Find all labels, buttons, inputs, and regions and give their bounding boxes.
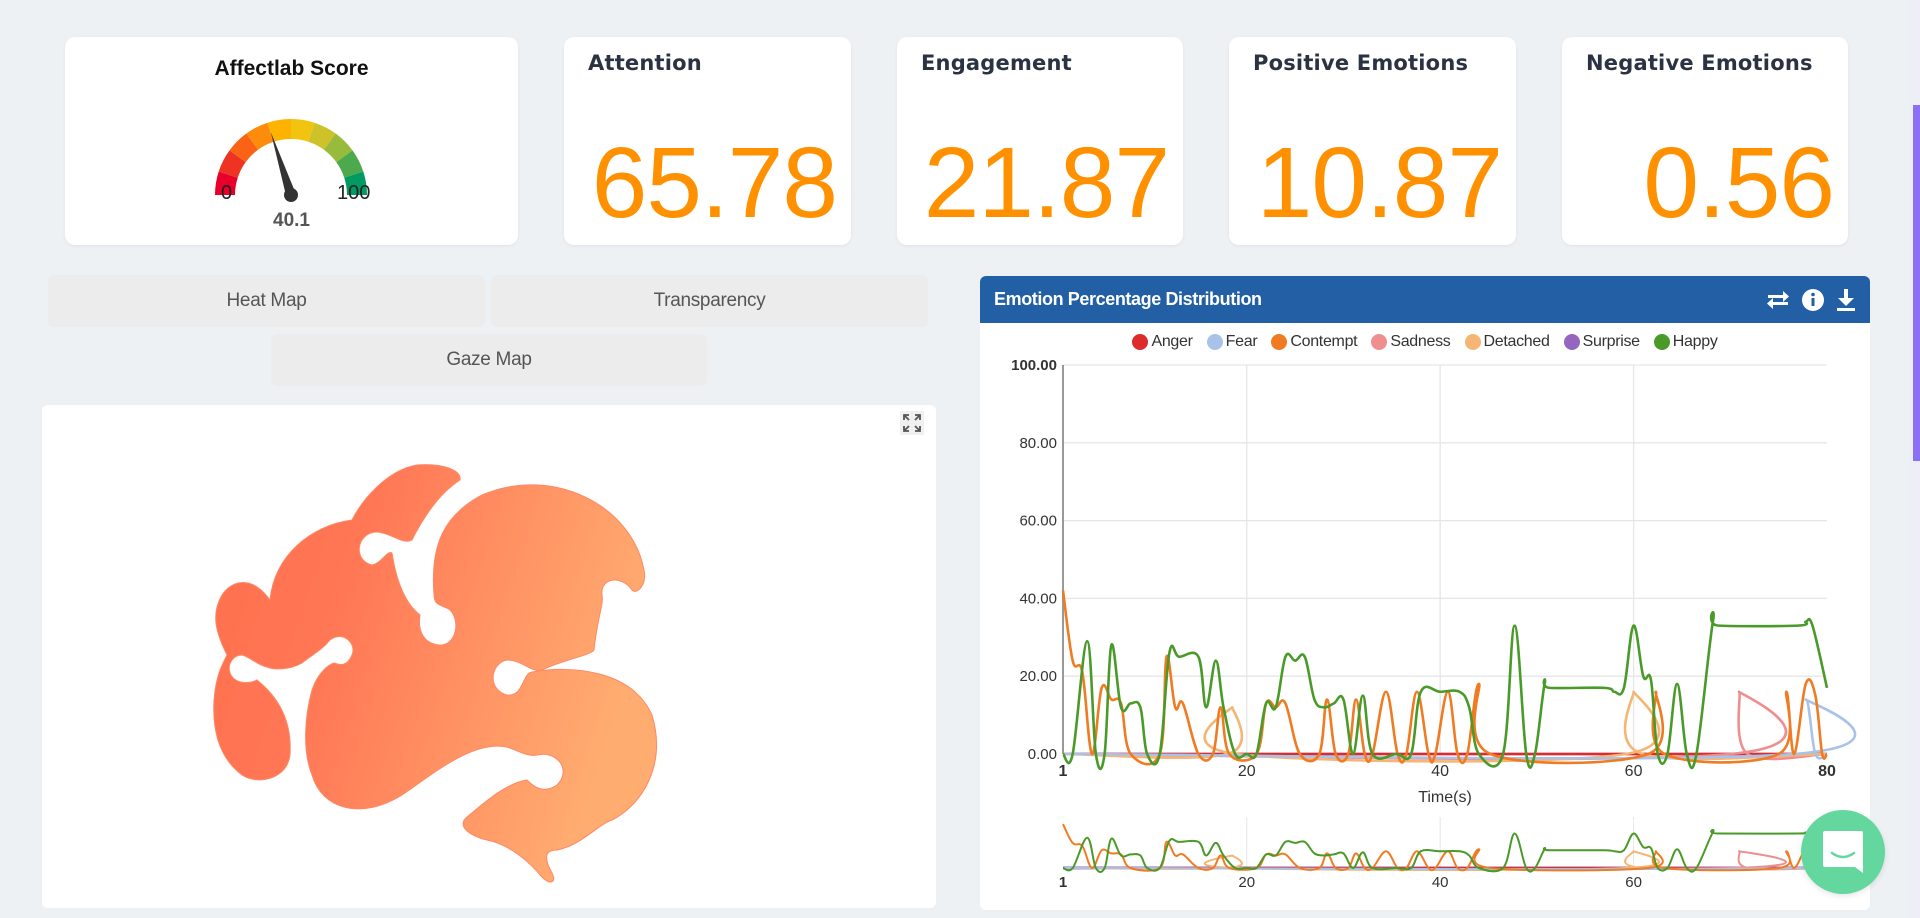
chat-button[interactable] — [1801, 810, 1885, 894]
kpi-title: Negative Emotions — [1586, 51, 1813, 75]
affectlab-score-card: Affectlab Score 0 100 40.1 — [65, 37, 518, 245]
kpi-card-positive-emotions: Positive Emotions 10.87 — [1229, 37, 1516, 245]
kpi-value: 21.87 — [923, 127, 1170, 239]
x-tick-label: 1 — [1059, 763, 1068, 780]
x-tick-label: 40 — [1431, 763, 1449, 780]
kpi-card-negative-emotions: Negative Emotions 0.56 — [1562, 37, 1848, 245]
y-tick-label: 20.00 — [1019, 668, 1057, 685]
transparency-button[interactable]: Transparency — [491, 275, 928, 327]
brain-logo — [213, 464, 657, 883]
expand-button[interactable] — [900, 411, 924, 435]
emotion-line-chart: 0.00 20.00 40.00 60.00 80.00 100.00 1 20 40 60 80 T… — [1011, 357, 1857, 891]
kpi-title: Attention — [588, 51, 702, 75]
gauge-max-label: 100 — [337, 182, 371, 204]
x-tick-label: 60 — [1625, 763, 1643, 780]
kpi-value: 0.56 — [1643, 127, 1835, 239]
score-title: Affectlab Score — [214, 57, 369, 80]
kpi-value: 65.78 — [591, 127, 838, 239]
gaze-map-button[interactable]: Gaze Map — [271, 334, 707, 386]
navigator-series-line-happy — [1062, 829, 1828, 873]
series-line-happy[interactable] — [1061, 611, 1829, 771]
heat-map-button[interactable]: Heat Map — [48, 275, 485, 327]
emotion-chart-panel: Emotion Percentage Distribution Anger Fea… — [980, 276, 1870, 910]
page-scrollbar-thumb[interactable] — [1913, 105, 1920, 461]
kpi-card-attention: Attention 65.78 — [564, 37, 851, 245]
navigator-tick-label: 40 — [1432, 874, 1449, 891]
y-tick-label: 60.00 — [1019, 513, 1057, 530]
series-line-fear[interactable] — [1062, 698, 1857, 760]
y-tick-label: 100.00 — [1011, 357, 1057, 374]
kpi-card-engagement: Engagement 21.87 — [897, 37, 1183, 245]
kpi-title: Positive Emotions — [1253, 51, 1469, 75]
chat-bubble-icon — [1823, 831, 1863, 873]
gauge-needle — [270, 132, 296, 197]
kpi-title: Engagement — [921, 51, 1072, 75]
y-tick-label: 40.00 — [1019, 590, 1057, 607]
y-tick-label: 80.00 — [1019, 435, 1057, 452]
gauge-value: 40.1 — [273, 210, 310, 231]
stimulus-image-panel — [42, 405, 936, 908]
x-tick-label: 20 — [1238, 763, 1256, 780]
navigator-tick-label: 1 — [1059, 874, 1067, 891]
x-axis-label: Time(s) — [1418, 789, 1472, 806]
x-tick-label: 80 — [1818, 763, 1836, 780]
expand-icon — [903, 414, 921, 432]
gauge-needle-hub — [284, 188, 298, 202]
navigator-tick-label: 20 — [1238, 874, 1255, 891]
navigator-tick-label: 60 — [1625, 874, 1642, 891]
kpi-value: 10.87 — [1256, 127, 1503, 239]
gauge-min-label: 0 — [221, 182, 233, 204]
y-tick-label: 0.00 — [1028, 746, 1057, 763]
